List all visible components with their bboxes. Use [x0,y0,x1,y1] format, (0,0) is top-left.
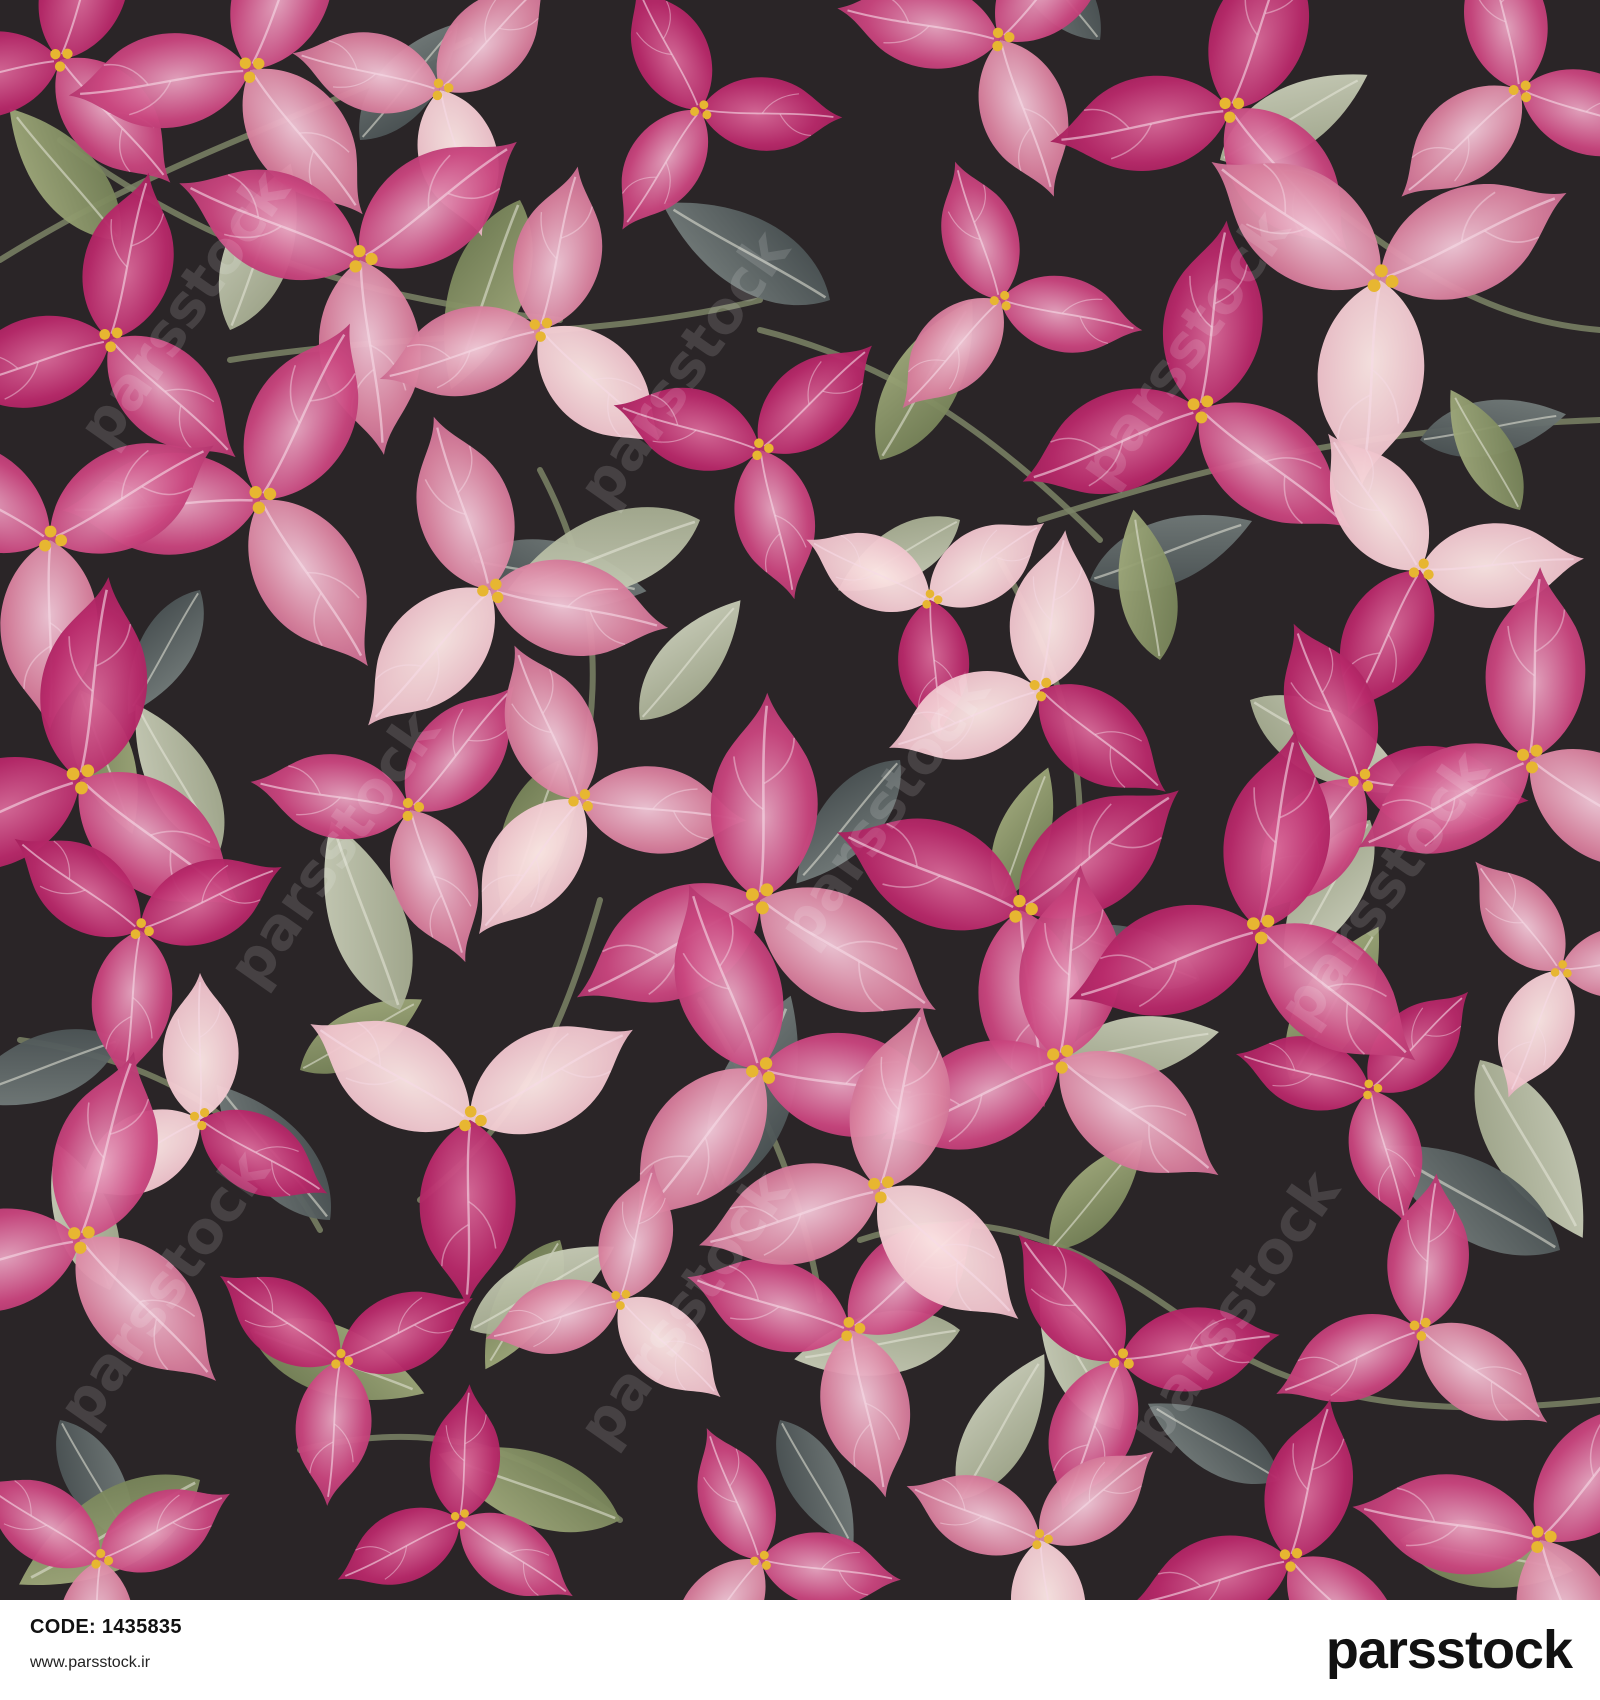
brand-logo: parsstock [1325,1620,1573,1680]
code-label: CODE: [30,1616,96,1638]
website-link[interactable]: www.parsstock.ir [30,1654,150,1672]
stock-image-page: parsstock parsstock parsstock parsstock pars… [0,0,1600,1700]
bougainvillea-watercolor-pattern: parsstock parsstock parsstock parsstock pars… [0,0,1600,1600]
image-code: CODE: 1435835 [30,1616,182,1639]
code-value: 1435835 [101,1616,182,1638]
pattern-canvas: parsstock parsstock parsstockparsstock pars… [0,0,1600,1600]
stock-footer-bar: CODE: 1435835 www.parsstock.ir parsstock [0,1600,1600,1700]
